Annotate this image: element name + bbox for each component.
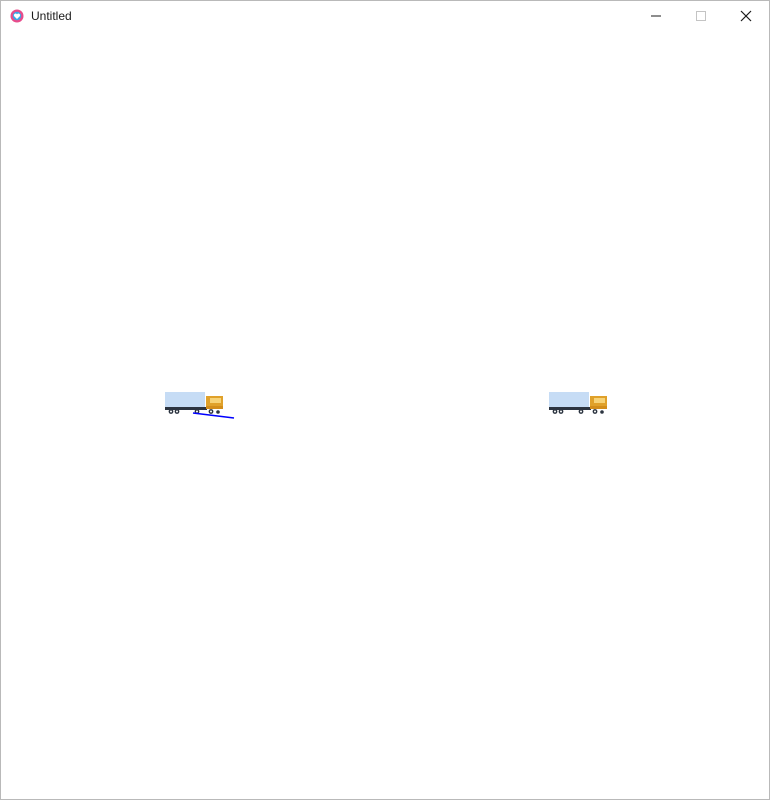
maximize-icon [696,11,706,21]
app-window: Untitled [0,0,770,800]
window-title: Untitled [31,9,72,23]
title-bar[interactable]: Untitled [1,1,769,32]
truck-icon [549,392,607,414]
truck-sprite [548,391,608,417]
drawing-canvas[interactable] [1,32,769,799]
close-icon [740,10,752,22]
heart-app-icon [10,9,24,23]
minimize-icon [651,15,661,17]
minimize-button[interactable] [633,1,679,31]
heading-line [192,412,235,419]
maximize-button[interactable] [678,1,724,31]
close-button[interactable] [723,1,769,31]
